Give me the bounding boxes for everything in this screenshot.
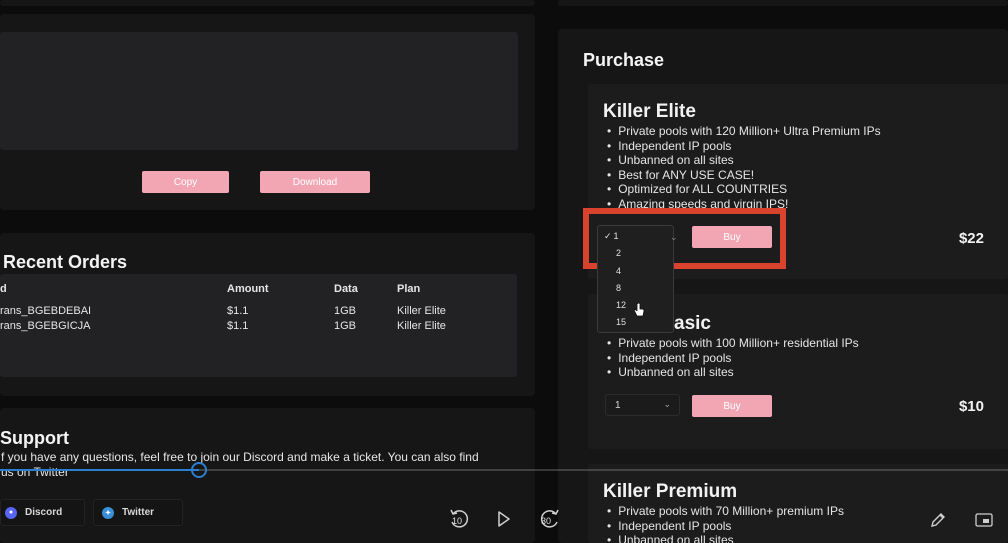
feature-item: Independent IP pools — [607, 519, 844, 534]
checkmark-icon: ✓ — [604, 231, 612, 241]
table-row-1-plan: Killer Elite — [397, 305, 446, 317]
dropdown-option[interactable]: 12 — [616, 300, 626, 310]
feature-item: Optimized for ALL COUNTRIES — [607, 182, 881, 197]
purchase-title: Purchase — [583, 50, 665, 70]
feature-item: Unbanned on all sites — [607, 153, 881, 168]
dropdown-option[interactable]: 4 — [616, 266, 621, 276]
column-header-amount: Amount — [227, 283, 269, 295]
feature-item: Independent IP pools — [607, 351, 859, 366]
right-top-strip — [558, 0, 1008, 6]
feature-item: Independent IP pools — [607, 139, 881, 154]
plan-price: $22 — [958, 230, 984, 247]
recent-orders-title: Recent Orders — [3, 252, 128, 272]
plan-name: asic — [674, 313, 711, 334]
column-header-id: d — [0, 283, 7, 295]
player-scrubber-handle[interactable] — [191, 462, 207, 478]
table-row-2-data: 1GB — [334, 320, 357, 332]
plan-features: Private pools with 70 Million+ premium I… — [607, 504, 844, 543]
column-header-data: Data — [334, 283, 358, 295]
copy-button[interactable]: Copy — [142, 171, 229, 193]
play-icon — [498, 511, 510, 527]
twitter-label: Twitter — [122, 507, 155, 518]
file-content-area — [0, 32, 518, 150]
quantity-value: 1 — [615, 399, 621, 411]
player-progress-fill — [0, 469, 199, 471]
buy-button[interactable]: Buy — [692, 395, 772, 417]
dropdown-option[interactable]: 8 — [616, 283, 621, 293]
column-header-plan: Plan — [397, 283, 421, 295]
feature-item: Private pools with 100 Million+ resident… — [607, 336, 858, 351]
pip-icon — [975, 513, 993, 527]
feature-item: Unbanned on all sites — [607, 533, 844, 543]
table-row-2-amount: $1.1 — [227, 320, 249, 332]
quantity-select[interactable]: 1 ⌄ — [605, 394, 680, 416]
download-button[interactable]: Download — [260, 171, 370, 193]
top-strip-panel — [0, 0, 535, 6]
picture-in-picture-button[interactable] — [975, 513, 993, 532]
rewind-10-button[interactable]: 10 — [448, 508, 470, 530]
twitter-icon: ✦ — [102, 506, 114, 519]
table-row-2-plan: Killer Elite — [397, 320, 446, 332]
table-row-1-data: 1GB — [334, 305, 357, 317]
discord-icon: ● — [5, 506, 17, 519]
feature-item: Best for ANY USE CASE! — [607, 168, 881, 183]
dropdown-option[interactable]: 15 — [616, 317, 626, 327]
forward-30-button[interactable]: 30 — [539, 508, 561, 530]
orders-table: d Amount Data Plan rans_BGEBDEBAI $1.1 1… — [0, 274, 517, 377]
support-text-line1: f you have any questions, feel free to j… — [1, 450, 479, 464]
forward-label: 30 — [541, 516, 552, 526]
table-row-1-amount: $1.1 — [227, 305, 249, 317]
dropdown-chevron-icon: ⌄ — [670, 232, 678, 242]
feature-item: Private pools with 120 Million+ Ultra Pr… — [607, 124, 880, 139]
player-progress-track[interactable] — [0, 469, 1008, 471]
dropdown-option[interactable]: 2 — [616, 248, 621, 258]
rewind-label: 10 — [452, 516, 463, 526]
discord-button[interactable]: ● Discord — [0, 499, 85, 526]
support-text-line2: us on Twitter — [1, 465, 69, 479]
plan-name: Killer Elite — [603, 101, 696, 122]
table-row-1-id: rans_BGEBDEBAI — [0, 305, 92, 317]
plan-features: Private pools with 100 Million+ resident… — [607, 336, 859, 380]
plan-name: Killer Premium — [603, 481, 738, 502]
play-button[interactable] — [497, 511, 511, 532]
twitter-button[interactable]: ✦ Twitter — [93, 499, 183, 526]
file-panel: Copy Download — [0, 14, 535, 210]
plan-features: Private pools with 120 Million+ Ultra Pr… — [607, 124, 881, 211]
chevron-down-icon: ⌄ — [663, 399, 671, 409]
feature-item: Private pools with 70 Million+ premium I… — [607, 504, 844, 519]
recent-orders-panel: Recent Orders d Amount Data Plan rans_BG… — [0, 233, 535, 396]
discord-label: Discord — [25, 507, 63, 518]
table-row-2-id: rans_BGEBGICJA — [0, 320, 91, 332]
support-title: Support — [0, 428, 69, 448]
edit-button[interactable] — [929, 511, 947, 534]
feature-item: Unbanned on all sites — [607, 365, 859, 380]
plan-price: $10 — [958, 398, 984, 415]
pencil-icon — [931, 513, 945, 527]
dropdown-option[interactable]: ✓ 1 — [604, 231, 619, 242]
hand-cursor-icon — [633, 302, 645, 317]
